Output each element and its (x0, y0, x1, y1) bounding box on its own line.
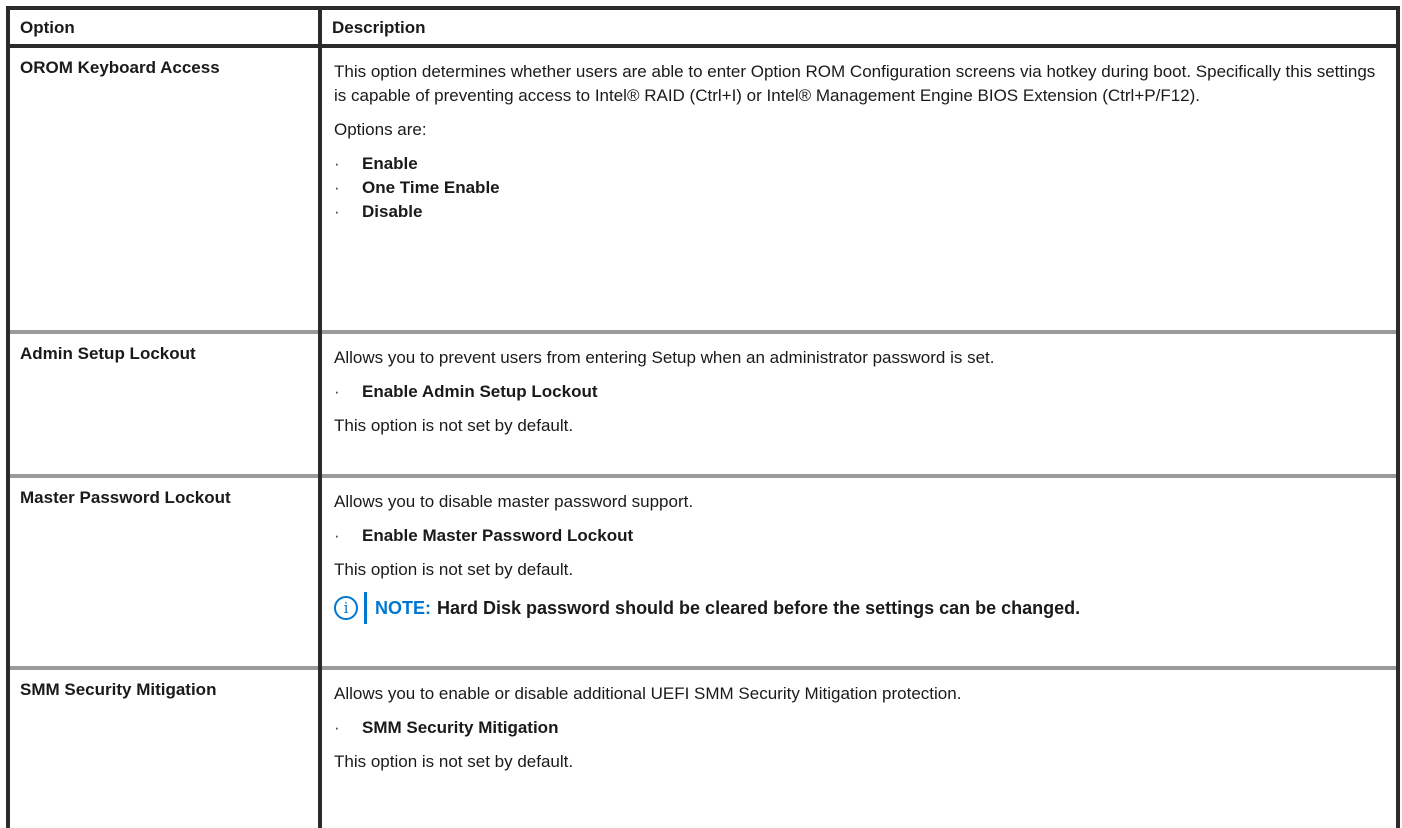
note-label: NOTE: (375, 598, 431, 618)
bullet-icon: · (334, 718, 340, 737)
note-callout: i NOTE: Hard Disk password should be cle… (334, 592, 1382, 624)
bullet-icon: · (334, 202, 340, 221)
description-cell: Allows you to enable or disable addition… (318, 666, 1400, 828)
option-list: · Enable Master Password Lockout (334, 524, 1382, 548)
option-list: · Enable · One Time Enable · Disable (334, 152, 1382, 224)
list-item: · One Time Enable (334, 176, 1382, 200)
list-item: · Enable (334, 152, 1382, 176)
settings-table: Option Description OROM Keyboard Access … (6, 6, 1400, 828)
description-text: Allows you to prevent users from enterin… (334, 348, 995, 367)
table-row: Admin Setup Lockout Allows you to preven… (6, 330, 1400, 476)
note-text: Hard Disk password should be cleared bef… (437, 598, 1081, 618)
option-name: Master Password Lockout (6, 474, 322, 668)
option-name: Admin Setup Lockout (6, 330, 322, 476)
bullet-icon: · (334, 382, 340, 401)
option-list: · SMM Security Mitigation (334, 716, 1382, 740)
table-header-row: Option Description (6, 6, 1400, 48)
description-text: This option determines whether users are… (334, 62, 1376, 105)
bullet-icon: · (334, 178, 340, 197)
default-text: This option is not set by default. (334, 560, 574, 579)
list-item: · Disable (334, 200, 1382, 224)
description-cell: Allows you to prevent users from enterin… (318, 330, 1400, 476)
table-row: OROM Keyboard Access This option determi… (6, 46, 1400, 332)
bullet-icon: · (334, 154, 340, 173)
bullet-icon: · (334, 526, 340, 545)
description-text: Allows you to enable or disable addition… (334, 684, 962, 703)
note-divider (364, 592, 367, 624)
options-label: Options are: (334, 120, 427, 139)
table-row: SMM Security Mitigation Allows you to en… (6, 666, 1400, 828)
list-item: · Enable Master Password Lockout (334, 524, 1382, 548)
option-name: OROM Keyboard Access (6, 46, 322, 332)
list-item: · Enable Admin Setup Lockout (334, 380, 1382, 404)
description-cell: Allows you to disable master password su… (318, 474, 1400, 668)
description-cell: This option determines whether users are… (318, 46, 1400, 332)
column-header-option: Option (6, 6, 322, 48)
default-text: This option is not set by default. (334, 416, 574, 435)
list-item: · SMM Security Mitigation (334, 716, 1382, 740)
default-text: This option is not set by default. (334, 752, 574, 771)
table-row: Master Password Lockout Allows you to di… (6, 474, 1400, 668)
option-list: · Enable Admin Setup Lockout (334, 380, 1382, 404)
option-name: SMM Security Mitigation (6, 666, 322, 828)
column-header-description: Description (318, 6, 1400, 48)
info-icon: i (334, 596, 358, 620)
description-text: Allows you to disable master password su… (334, 492, 694, 511)
